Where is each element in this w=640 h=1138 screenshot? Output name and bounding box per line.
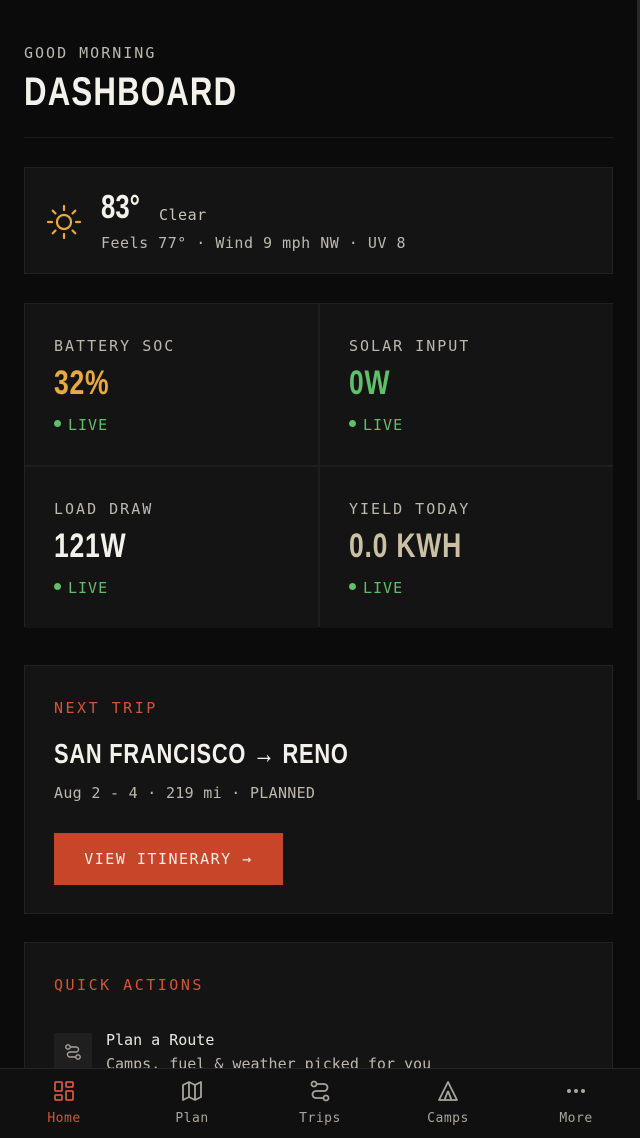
trip-meta: Aug 2 - 4 · 219 mi · PLANNED [54, 784, 316, 802]
live-label: LIVE [363, 416, 404, 434]
tab-label: Camps [427, 1111, 469, 1126]
page-title: DASHBOARD [24, 70, 238, 114]
stat-value: 32% [54, 364, 110, 402]
tab-label: More [559, 1111, 593, 1126]
weather-details: Feels 77° · Wind 9 mph NW · UV 8 [101, 234, 406, 252]
stat-yield-today[interactable]: YIELD TODAY 0.0 KWH LIVE [320, 467, 613, 628]
tab-more[interactable]: More [512, 1069, 640, 1138]
map-icon [182, 1081, 202, 1101]
header-divider [24, 137, 614, 138]
live-label: LIVE [68, 416, 109, 434]
stat-label: YIELD TODAY [349, 500, 471, 518]
tab-plan[interactable]: Plan [128, 1069, 256, 1138]
route-icon [310, 1080, 330, 1102]
live-dot-icon [54, 583, 61, 590]
bottom-tab-bar: Home Plan Trips Camps More [0, 1068, 640, 1138]
next-trip-label: NEXT TRIP [54, 699, 158, 717]
live-indicator: LIVE [349, 579, 403, 597]
home-grid-icon [54, 1081, 74, 1101]
live-indicator: LIVE [54, 416, 108, 434]
stat-value: 0W [349, 364, 391, 402]
tab-home[interactable]: Home [0, 1069, 128, 1138]
page-header: GOOD MORNING DASHBOARD [24, 44, 614, 115]
live-dot-icon [349, 583, 356, 590]
weather-card[interactable]: 83° Clear Feels 77° · Wind 9 mph NW · UV… [24, 167, 613, 274]
stat-battery-soc[interactable]: BATTERY SOC 32% LIVE [25, 304, 318, 465]
stat-solar-input[interactable]: SOLAR INPUT 0W LIVE [320, 304, 613, 465]
tab-camps[interactable]: Camps [384, 1069, 512, 1138]
tent-icon [438, 1081, 458, 1101]
weather-condition: Clear [159, 206, 207, 224]
sun-icon [46, 204, 82, 240]
greeting-text: GOOD MORNING [24, 44, 157, 62]
live-label: LIVE [363, 579, 404, 597]
live-label: LIVE [68, 579, 109, 597]
view-itinerary-button[interactable]: VIEW ITINERARY → [54, 833, 283, 885]
more-dots-icon [567, 1089, 585, 1093]
live-dot-icon [54, 420, 61, 427]
power-stats-grid: BATTERY SOC 32% LIVE SOLAR INPUT 0W LIVE… [24, 303, 613, 628]
temperature: 83° [101, 188, 140, 225]
stat-label: SOLAR INPUT [349, 337, 471, 355]
stat-label: LOAD DRAW [54, 500, 154, 518]
quick-actions-label: QUICK ACTIONS [54, 976, 204, 994]
next-trip-card: NEXT TRIP SAN FRANCISCO → RENO Aug 2 - 4… [24, 665, 613, 914]
stat-load-draw[interactable]: LOAD DRAW 121W LIVE [25, 467, 318, 628]
stat-value: 121W [54, 527, 127, 565]
tab-label: Trips [299, 1111, 341, 1126]
live-indicator: LIVE [54, 579, 108, 597]
live-indicator: LIVE [349, 416, 403, 434]
stat-label: BATTERY SOC [54, 337, 176, 355]
tab-trips[interactable]: Trips [256, 1069, 384, 1138]
route-icon [54, 1033, 92, 1071]
trip-route: SAN FRANCISCO → RENO [54, 738, 349, 769]
live-dot-icon [349, 420, 356, 427]
tab-label: Plan [175, 1111, 209, 1126]
tab-label: Home [47, 1111, 81, 1126]
quick-action-title[interactable]: Plan a Route [106, 1031, 214, 1049]
stat-value: 0.0 KWH [349, 527, 463, 565]
